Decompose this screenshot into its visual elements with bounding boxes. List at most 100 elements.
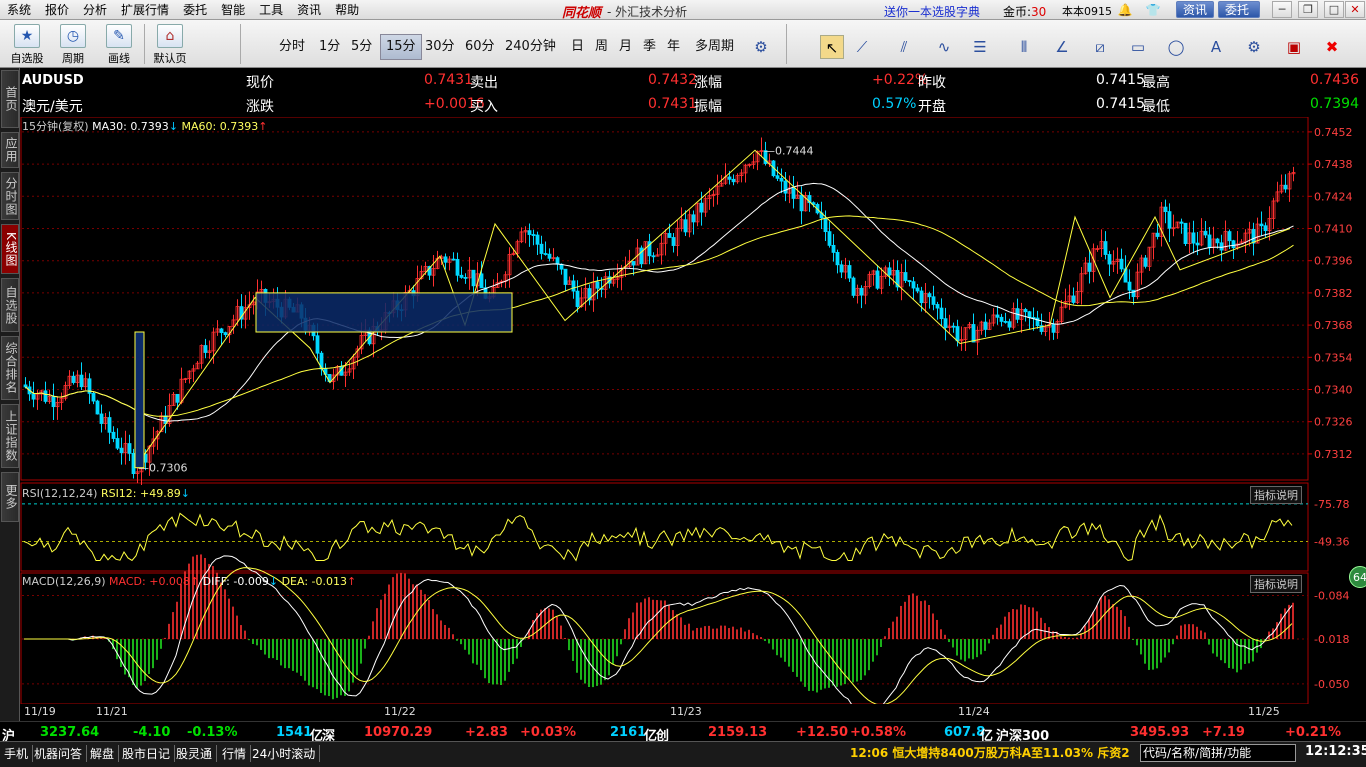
settings-gear-icon[interactable]: ⚙ (749, 35, 773, 59)
status-item-6[interactable]: 24小时滚动 (248, 745, 321, 762)
pen-icon: ✎ (106, 24, 132, 48)
restore-icon[interactable]: ❐ (1298, 1, 1318, 18)
period-2[interactable]: 5分 (346, 34, 377, 60)
left-tab-5[interactable]: 综合排名 (1, 336, 19, 400)
left-tab-0[interactable]: 首页 (1, 70, 19, 128)
menu-quote[interactable]: 报价 (38, 1, 76, 18)
ma30-line (25, 182, 1294, 422)
candle-body-128 (535, 234, 540, 245)
range-box (255, 292, 513, 333)
watchlist-button[interactable]: ★ 自选股 (7, 24, 47, 66)
period-11[interactable]: 年 (662, 34, 685, 60)
period-7[interactable]: 日 (566, 34, 589, 60)
candle-body-176 (727, 176, 732, 180)
shirt-icon[interactable]: 👕 (1145, 2, 1161, 18)
period-1[interactable]: 1分 (314, 34, 345, 60)
candle-body-202 (831, 244, 836, 253)
left-tab-6[interactable]: 上证指数 (1, 404, 19, 468)
candle-body-190 (783, 180, 788, 194)
ellipse-tool-icon[interactable]: ◯ (1164, 35, 1188, 59)
candle-body-143 (595, 281, 600, 289)
candle-body-130 (543, 253, 548, 255)
wave-tool-icon[interactable]: ∿ (932, 35, 956, 59)
status-item-5[interactable]: 行情 (218, 745, 252, 762)
text-tool-icon[interactable]: A (1204, 35, 1228, 59)
left-tab-7[interactable]: 更多 (1, 472, 19, 522)
status-item-1[interactable]: 机器问答 (30, 745, 88, 762)
menu-smart[interactable]: 智能 (214, 1, 252, 18)
period-6[interactable]: 240分钟 (500, 34, 561, 60)
rsi-label: RSI(12,12,24) RSI12: +49.89↓ (22, 487, 190, 500)
parallel-tool-icon[interactable]: ⫽ (892, 35, 916, 59)
rsi-frame (20, 482, 1309, 572)
clock: 12:12:35 (1305, 744, 1366, 759)
index-2-chg: +12.50 (796, 725, 849, 740)
maximize-icon[interactable]: □ (1324, 1, 1344, 18)
bell-icon[interactable]: 🔔 (1117, 2, 1133, 18)
menu-help[interactable]: 帮助 (328, 1, 366, 18)
menu-trade[interactable]: 委托 (176, 1, 214, 18)
news-ticker[interactable]: 12:06 恒大增持8400万股万科A至11.03% 斥资2 (850, 744, 1138, 761)
period-5[interactable]: 60分 (460, 34, 500, 60)
left-tab-1[interactable]: 应用 (1, 132, 19, 168)
close-icon[interactable]: ✕ (1345, 1, 1365, 18)
status-item-0[interactable]: 手机 (0, 745, 34, 762)
period-3[interactable]: 15分 (380, 34, 422, 60)
left-tab-3[interactable]: K线图 (1, 224, 19, 274)
index-0-vol: 1541 (276, 725, 313, 740)
left-tab-4[interactable]: 自选股 (1, 278, 19, 332)
candle-body-177 (731, 178, 736, 183)
candle-body-162 (671, 237, 676, 246)
left-tab-2[interactable]: 分时图 (1, 172, 19, 220)
candle-body-257 (1051, 324, 1056, 333)
fib-tool-icon[interactable]: ☰ (968, 35, 992, 59)
menu-system[interactable]: 系统 (0, 1, 38, 18)
index-1-pct: +0.03% (520, 725, 576, 740)
candle-body-289 (1179, 221, 1184, 224)
menu-analysis[interactable]: 分析 (76, 1, 114, 18)
menu-info[interactable]: 资讯 (290, 1, 328, 18)
notification-badge[interactable]: 64 (1349, 566, 1366, 588)
date-axis: 11/19 11/21 11/22 11/23 11/24 11/25 (20, 704, 1366, 721)
bars-tool-icon[interactable]: ⦀ (1012, 35, 1036, 59)
period-10[interactable]: 季 (638, 34, 661, 60)
status-item-3[interactable]: 股市日记 (118, 745, 176, 762)
delete-draw-icon[interactable]: ✖ (1320, 35, 1344, 59)
status-item-2[interactable]: 解盘 (86, 745, 120, 762)
cursor-icon[interactable]: ↖ (820, 35, 844, 59)
rect-tool-icon[interactable]: ▭ (1126, 35, 1150, 59)
news-button[interactable]: 资讯 (1176, 1, 1215, 18)
macd-help-button[interactable]: 指标说明 (1250, 575, 1302, 593)
candle-body-283 (1155, 232, 1160, 237)
candle-body-200 (823, 217, 828, 233)
menu-extended[interactable]: 扩展行情 (114, 1, 176, 18)
period-0[interactable]: 分时 (274, 34, 310, 60)
rsi-line (23, 512, 1293, 562)
draw-line-button[interactable]: ✎ 画线 (99, 24, 139, 66)
menu-tools[interactable]: 工具 (252, 1, 290, 18)
period-4[interactable]: 30分 (420, 34, 460, 60)
channel-tool-icon[interactable]: ⧄ (1088, 35, 1112, 59)
period-9[interactable]: 月 (614, 34, 637, 60)
candle-body-12 (71, 375, 76, 383)
trade-button[interactable]: 委托 (1218, 1, 1260, 18)
code-search-input[interactable]: 代码/名称/简拼/功能 (1140, 744, 1296, 762)
rsi-help-button[interactable]: 指标说明 (1250, 486, 1302, 504)
period-8[interactable]: 周 (590, 34, 613, 60)
draw-settings-icon[interactable]: ⚙ (1242, 35, 1266, 59)
candle-body-292 (1191, 232, 1196, 244)
minimize-icon[interactable]: ─ (1272, 1, 1292, 18)
status-item-4[interactable]: 股灵通 (172, 745, 218, 762)
period-button[interactable]: ◷ 周期 (53, 24, 93, 66)
coins-display: 金币:30 (1003, 3, 1046, 20)
promo-link[interactable]: 送你一本选股字典 (884, 3, 980, 20)
save-draw-icon[interactable]: ▣ (1282, 35, 1306, 59)
quote-value-row1-1: 0.7432 (648, 72, 697, 88)
line-tool-icon[interactable]: ⟋ (850, 35, 874, 59)
period-12[interactable]: 多周期 (690, 34, 739, 60)
default-page-button[interactable]: ⌂ 默认页 (150, 24, 190, 66)
chart-area[interactable]: 0.7452 0.7438 0.7424 0.7410 0.7396 0.7382 0.73… (20, 117, 1366, 707)
candle-body-73 (315, 335, 320, 354)
brand-logo: 同花顺 (562, 6, 602, 21)
angle-tool-icon[interactable]: ∠ (1050, 35, 1074, 59)
